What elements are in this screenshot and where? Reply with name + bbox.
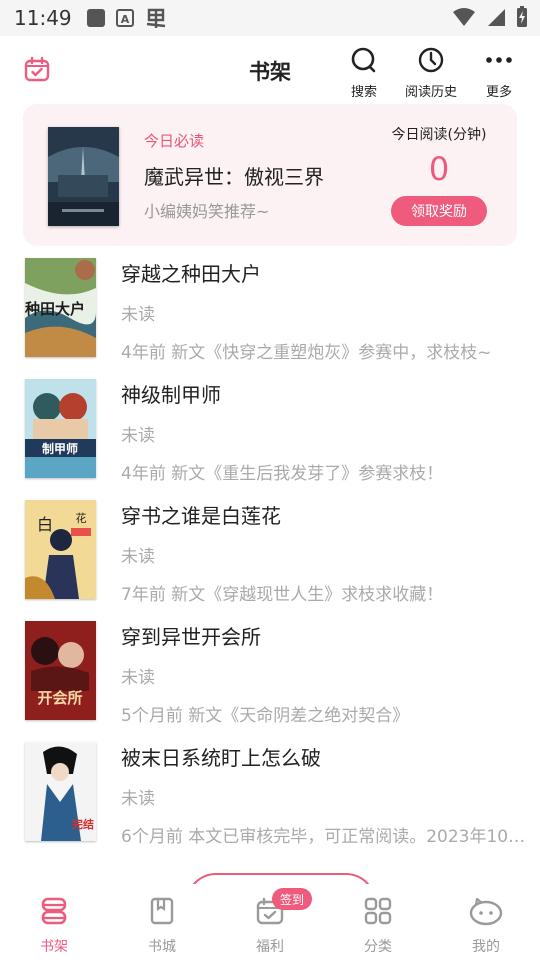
search-button[interactable]: 搜索 bbox=[350, 46, 378, 100]
more-dots-icon bbox=[484, 46, 514, 78]
book-read-status: 未读 bbox=[121, 789, 155, 809]
history-button[interactable]: 阅读历史 bbox=[405, 46, 457, 100]
book-item[interactable]: 制甲师 神级制甲师 未读 4年前 新文《重生后我发芽了》参赛求枝！ bbox=[0, 375, 540, 496]
book-item[interactable]: 种田大户 穿越之种田大户 未读 4年前 新文《快穿之重塑炮灰》参赛中，求枝枝~ bbox=[0, 254, 540, 375]
banner-book-cover[interactable] bbox=[48, 127, 119, 226]
book-title: 穿书之谁是白莲花 bbox=[121, 504, 281, 528]
banner-tag: 今日必读 bbox=[144, 132, 205, 150]
face-icon bbox=[469, 896, 503, 930]
bookshelf-list: 种田大户 穿越之种田大户 未读 4年前 新文《快穿之重塑炮灰》参赛中，求枝枝~ … bbox=[0, 254, 540, 859]
nav-category-label: 分类 bbox=[364, 939, 392, 955]
book-update-note: 6个月前 本文已审核完毕，可正常阅读。2023年10… bbox=[121, 827, 526, 847]
banner-book-title[interactable]: 魔武异世：傲视三界 bbox=[144, 161, 324, 190]
book-read-status: 未读 bbox=[121, 305, 155, 325]
book-update-note: 4年前 新文《重生后我发芽了》参赛求枝！ bbox=[121, 464, 444, 484]
book-read-status: 未读 bbox=[121, 547, 155, 567]
book-update-note: 7年前 新文《穿越现世人生》求枝求收藏！ bbox=[121, 585, 444, 605]
bookshelf-icon bbox=[39, 896, 69, 930]
grid-icon bbox=[363, 896, 393, 930]
book-update-note: 4年前 新文《快穿之重塑炮灰》参赛中，求枝枝~ bbox=[121, 343, 492, 363]
font-a-icon: A bbox=[115, 9, 134, 27]
square-app-icon bbox=[86, 8, 106, 28]
book-update-note: 5个月前 新文《天命阴差之绝对契合》 bbox=[121, 706, 410, 726]
svg-text:完结: 完结 bbox=[72, 817, 94, 831]
book-title: 被末日系统盯上怎么破 bbox=[121, 746, 321, 770]
page-title: 书架 bbox=[249, 60, 291, 84]
reading-time-label: 今日阅读(分钟) bbox=[391, 127, 487, 143]
book-item[interactable]: 白 花 穿书之谁是白莲花 未读 7年前 新文《穿越现世人生》求枝求收藏！ bbox=[0, 496, 540, 617]
book-title: 穿越之种田大户 bbox=[121, 262, 261, 286]
history-label: 阅读历史 bbox=[405, 85, 458, 100]
more-label: 更多 bbox=[485, 85, 512, 100]
book-cover[interactable]: 完结 bbox=[25, 742, 96, 841]
svg-text:开会所: 开会所 bbox=[37, 689, 82, 707]
nav-profile[interactable]: 我的 bbox=[432, 884, 540, 960]
bottom-nav: 书架 书城 福利 签到 分类 我的 bbox=[0, 884, 540, 960]
nav-welfare[interactable]: 福利 签到 bbox=[216, 884, 324, 960]
clock-icon bbox=[417, 46, 445, 78]
checkin-badge[interactable]: 签到 bbox=[272, 888, 313, 910]
book-cover[interactable]: 白 花 bbox=[25, 500, 96, 599]
book-cover[interactable]: 种田大户 bbox=[25, 258, 96, 357]
nav-category[interactable]: 分类 bbox=[324, 884, 432, 960]
claim-reward-button[interactable]: 领取奖励 bbox=[391, 196, 487, 226]
nav-bookstore[interactable]: 书城 bbox=[108, 884, 216, 960]
svg-text:种田大户: 种田大户 bbox=[25, 300, 85, 318]
status-time: 11:49 bbox=[14, 6, 72, 30]
wifi-icon bbox=[452, 7, 476, 31]
search-label: 搜索 bbox=[350, 85, 377, 100]
banner-subtitle: 小编姨妈笑推荐~ bbox=[144, 202, 270, 221]
book-cover[interactable]: 开会所 bbox=[25, 621, 96, 720]
daily-recommend-banner[interactable]: 今日必读 魔武异世：傲视三界 小编姨妈笑推荐~ 今日阅读(分钟) 0 领取奖励 bbox=[23, 104, 517, 246]
battery-charging-icon bbox=[516, 6, 528, 32]
top-header: 书架 搜索 阅读历史 更多 bbox=[0, 36, 540, 104]
nav-profile-label: 我的 bbox=[472, 939, 500, 955]
nav-bookshelf[interactable]: 书架 bbox=[0, 884, 108, 960]
nav-welfare-label: 福利 bbox=[256, 939, 284, 955]
search-icon bbox=[350, 46, 378, 78]
book-cover[interactable]: 制甲师 bbox=[25, 379, 96, 478]
book-read-status: 未读 bbox=[121, 426, 155, 446]
reading-minutes: 0 bbox=[428, 150, 450, 188]
svg-text:制甲师: 制甲师 bbox=[42, 441, 78, 456]
nav-bookshelf-label: 书架 bbox=[40, 939, 68, 955]
book-read-status: 未读 bbox=[121, 668, 155, 688]
svg-text:白: 白 bbox=[37, 515, 53, 534]
more-button[interactable]: 更多 bbox=[484, 46, 514, 100]
nav-bookstore-label: 书城 bbox=[148, 939, 176, 955]
book-item[interactable]: 完结 被末日系统盯上怎么破 未读 6个月前 本文已审核完毕，可正常阅读。2023… bbox=[0, 738, 540, 859]
svg-text:A: A bbox=[120, 13, 129, 26]
book-title: 神级制甲师 bbox=[121, 383, 221, 407]
dou-app-icon bbox=[144, 7, 168, 29]
book-item[interactable]: 开会所 穿到异世开会所 未读 5个月前 新文《天命阴差之绝对契合》 bbox=[0, 617, 540, 738]
book-icon bbox=[147, 896, 177, 930]
signal-icon bbox=[486, 7, 506, 31]
status-bar: 11:49 A bbox=[0, 0, 540, 36]
book-title: 穿到异世开会所 bbox=[121, 625, 261, 649]
svg-text:花: 花 bbox=[76, 512, 87, 525]
